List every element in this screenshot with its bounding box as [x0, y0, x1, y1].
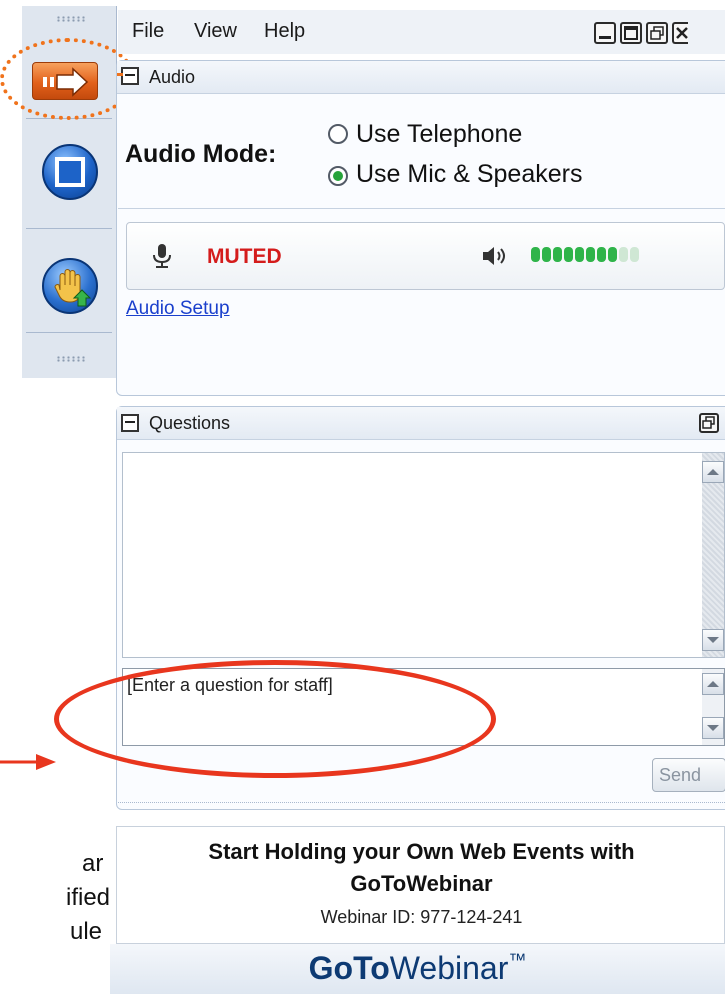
- question-input-placeholder: [Enter a question for staff]: [127, 675, 333, 695]
- level-led: [608, 247, 617, 262]
- toolbar-grip-top[interactable]: [56, 16, 86, 22]
- input-scroll-up-button[interactable]: [702, 673, 724, 695]
- side-note-line-2: ified: [66, 884, 111, 911]
- menu-bar: File View Help: [118, 10, 725, 54]
- speaker-icon[interactable]: [481, 245, 509, 267]
- question-log[interactable]: [122, 452, 725, 658]
- arrow-down-icon: [707, 725, 719, 731]
- question-log-scrollbar[interactable]: [702, 453, 724, 657]
- level-led: [553, 247, 562, 262]
- questions-panel-title: Questions: [149, 413, 231, 433]
- toolbar-divider: [26, 228, 112, 229]
- question-input-scrollbar[interactable]: [702, 669, 724, 745]
- input-scroll-down-button[interactable]: [702, 717, 724, 739]
- audio-panel-title: Audio: [149, 67, 196, 87]
- side-note-line-3: ule: [70, 918, 103, 945]
- promo-line-1: Start Holding your Own Web Events with: [208, 839, 635, 864]
- close-button[interactable]: [672, 22, 688, 44]
- audio-collapse-button[interactable]: [117, 67, 139, 85]
- side-note-line-1: ar: [82, 850, 104, 877]
- option-use-telephone: Use Telephone: [356, 120, 523, 148]
- gotowebinar-logo: GoToWebinar™: [110, 950, 725, 987]
- maximize-button[interactable]: [620, 22, 642, 44]
- send-button[interactable]: Send: [652, 758, 725, 792]
- level-led: [619, 247, 628, 262]
- scroll-up-button[interactable]: [702, 461, 724, 483]
- restore-icon: [650, 26, 664, 40]
- arrow-down-icon: [707, 637, 719, 643]
- radio-use-telephone[interactable]: [328, 124, 348, 144]
- webinar-id: Webinar ID: 977-124-241: [320, 907, 523, 927]
- logo-webinar: Webinar: [389, 950, 509, 986]
- send-button-label: Send: [659, 765, 702, 785]
- radio-use-mic-speakers[interactable]: [328, 166, 348, 186]
- audio-panel-header: Audio: [117, 61, 725, 94]
- screen-share-icon: [55, 157, 85, 187]
- arrow-right-icon: [43, 67, 89, 97]
- level-led: [586, 247, 595, 262]
- menu-file[interactable]: File: [132, 20, 164, 43]
- speaker-level-meter: [531, 247, 641, 267]
- close-icon: [676, 27, 688, 39]
- level-led: [597, 247, 606, 262]
- questions-panel-header: Questions: [117, 407, 725, 440]
- show-hide-panel-button[interactable]: [32, 62, 98, 100]
- level-led: [564, 247, 573, 262]
- level-led: [542, 247, 551, 262]
- screen-share-button[interactable]: [42, 144, 98, 200]
- arrow-up-icon: [707, 469, 719, 475]
- annotation-arrow-icon: [0, 754, 56, 770]
- menu-view[interactable]: View: [194, 20, 237, 43]
- toolbar-divider: [26, 332, 112, 333]
- maximize-icon: [624, 26, 638, 40]
- promo-line-2: GoToWebinar: [350, 871, 493, 896]
- level-led: [575, 247, 584, 262]
- questions-bottom-divider: [118, 802, 725, 804]
- logo-goto: GoTo: [308, 950, 390, 986]
- arrow-up-icon: [707, 681, 719, 687]
- option-use-mic-speakers: Use Mic & Speakers: [356, 160, 583, 188]
- questions-popout-button[interactable]: [699, 413, 719, 433]
- toolbar-grip-bottom[interactable]: [56, 356, 86, 362]
- popout-icon: [702, 416, 715, 429]
- scroll-down-button[interactable]: [702, 629, 724, 651]
- menu-help[interactable]: Help: [264, 20, 305, 43]
- raise-hand-icon: [54, 269, 92, 307]
- level-led: [531, 247, 540, 262]
- audio-mode-label: Audio Mode:: [125, 140, 277, 168]
- question-input[interactable]: [Enter a question for staff]: [122, 668, 725, 746]
- brand-footer: GoToWebinar™: [110, 944, 725, 994]
- audio-divider: [118, 208, 725, 209]
- level-led: [630, 247, 639, 262]
- raise-hand-button[interactable]: [42, 258, 98, 314]
- microphone-icon[interactable]: [151, 243, 173, 269]
- toolbar-divider: [26, 118, 112, 119]
- audio-status-box: MUTED: [126, 222, 725, 290]
- audio-setup-link[interactable]: Audio Setup: [126, 298, 230, 320]
- logo-trademark: ™: [508, 950, 527, 970]
- minimize-icon: [599, 36, 611, 39]
- questions-collapse-button[interactable]: [121, 414, 139, 432]
- promo-box: Start Holding your Own Web Events with G…: [116, 826, 725, 944]
- control-toolbar: [22, 6, 117, 378]
- mic-status: MUTED: [207, 245, 282, 268]
- minimize-button[interactable]: [594, 22, 616, 44]
- restore-button[interactable]: [646, 22, 668, 44]
